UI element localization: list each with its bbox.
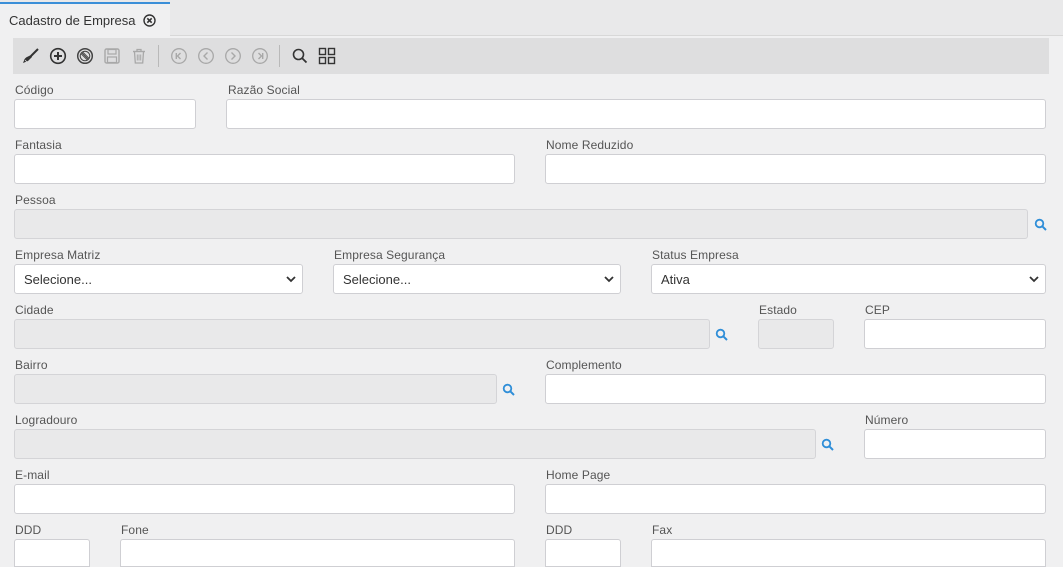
last-record-button[interactable] <box>246 43 273 69</box>
logradouro-label: Logradouro <box>15 413 78 427</box>
search-icon <box>292 48 307 64</box>
chevron-down-icon <box>1029 276 1039 283</box>
numero-label: Número <box>865 413 909 427</box>
tab-title: Cadastro de Empresa <box>9 12 136 28</box>
toolbar-separator <box>279 45 280 67</box>
next-record-icon <box>224 48 241 64</box>
home-page-label: Home Page <box>546 468 611 482</box>
empresa-seguranca-selected: Selecione... <box>343 271 411 287</box>
tab-strip: Cadastro de Empresa <box>0 0 1063 36</box>
complemento-label: Complemento <box>546 358 622 372</box>
clear-button[interactable] <box>17 43 44 69</box>
tab-cadastro-empresa[interactable]: Cadastro de Empresa <box>0 2 170 36</box>
razao-social-input[interactable] <box>226 99 1046 129</box>
home-page-input[interactable] <box>545 484 1046 514</box>
codigo-label: Código <box>15 83 54 97</box>
fone-label: Fone <box>121 523 149 537</box>
broom-icon <box>22 48 39 63</box>
save-button[interactable] <box>98 43 125 69</box>
fantasia-label: Fantasia <box>15 138 62 152</box>
cancel-button[interactable] <box>71 43 98 69</box>
add-button[interactable] <box>44 43 71 69</box>
numero-input[interactable] <box>864 429 1046 459</box>
previous-record-icon <box>197 48 214 64</box>
fone-input[interactable] <box>120 539 515 567</box>
empresa-seguranca-label: Empresa Segurança <box>334 248 446 262</box>
bairro-search-icon[interactable] <box>502 383 516 397</box>
ddd-fax-label: DDD <box>546 523 573 537</box>
ddd-fone-input[interactable] <box>14 539 90 567</box>
fantasia-input[interactable] <box>14 154 515 184</box>
razao-social-label: Razão Social <box>228 83 300 97</box>
bairro-input <box>14 374 497 404</box>
codigo-input[interactable] <box>14 99 196 129</box>
email-label: E-mail <box>15 468 50 482</box>
empresa-matriz-select[interactable]: Selecione... <box>14 264 303 294</box>
logradouro-input <box>14 429 816 459</box>
toolbar-separator <box>158 45 159 67</box>
previous-record-button[interactable] <box>192 43 219 69</box>
cep-input[interactable] <box>864 319 1046 349</box>
nome-reduzido-label: Nome Reduzido <box>546 138 634 152</box>
delete-button[interactable] <box>125 43 152 69</box>
nome-reduzido-input[interactable] <box>545 154 1046 184</box>
status-empresa-select[interactable]: Ativa <box>651 264 1046 294</box>
add-circle-icon <box>49 47 66 65</box>
pessoa-label: Pessoa <box>15 193 56 207</box>
ddd-fone-label: DDD <box>15 523 42 537</box>
toolbar <box>13 38 1049 74</box>
cidade-input <box>14 319 710 349</box>
cancel-circle-icon <box>76 47 93 65</box>
bairro-label: Bairro <box>15 358 48 372</box>
trash-icon <box>132 48 145 64</box>
last-record-icon <box>251 48 268 64</box>
status-empresa-label: Status Empresa <box>652 248 739 262</box>
pessoa-input <box>14 209 1028 239</box>
close-icon[interactable] <box>143 13 157 27</box>
grid-view-button[interactable] <box>313 43 340 69</box>
ddd-fax-input[interactable] <box>545 539 621 567</box>
complemento-input[interactable] <box>545 374 1046 404</box>
empresa-matriz-selected: Selecione... <box>24 271 92 287</box>
search-button[interactable] <box>286 43 313 69</box>
first-record-icon <box>170 48 187 64</box>
chevron-down-icon <box>286 276 296 283</box>
empresa-seguranca-select[interactable]: Selecione... <box>333 264 621 294</box>
cidade-label: Cidade <box>15 303 54 317</box>
next-record-button[interactable] <box>219 43 246 69</box>
estado-input <box>758 319 834 349</box>
logradouro-search-icon[interactable] <box>821 438 835 452</box>
empresa-matriz-label: Empresa Matriz <box>15 248 101 262</box>
estado-label: Estado <box>759 303 797 317</box>
cep-label: CEP <box>865 303 890 317</box>
email-input[interactable] <box>14 484 515 514</box>
cidade-search-icon[interactable] <box>715 328 729 342</box>
chevron-down-icon <box>604 276 614 283</box>
save-icon <box>103 48 120 64</box>
grid-view-icon <box>318 47 335 65</box>
status-empresa-selected: Ativa <box>661 271 690 287</box>
fax-label: Fax <box>652 523 673 537</box>
fax-input[interactable] <box>651 539 1046 567</box>
first-record-button[interactable] <box>165 43 192 69</box>
pessoa-search-icon[interactable] <box>1034 218 1048 232</box>
